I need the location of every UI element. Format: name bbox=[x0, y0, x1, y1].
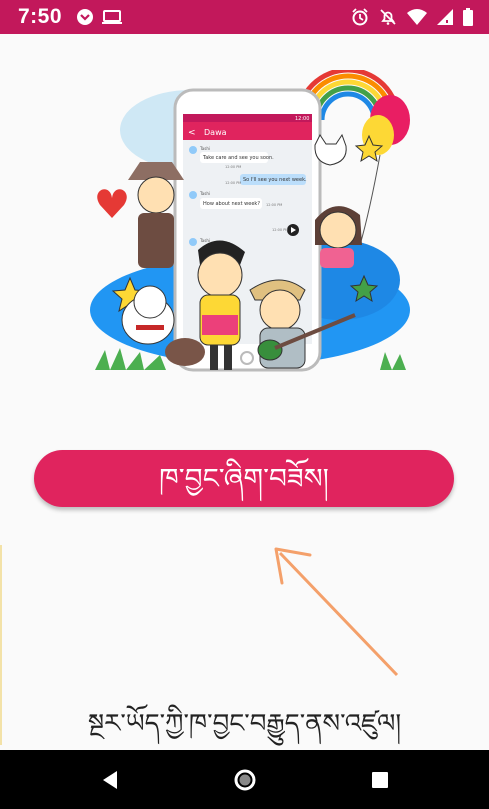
hangouts-icon bbox=[76, 8, 94, 26]
back-icon bbox=[103, 770, 117, 789]
signal-icon bbox=[437, 9, 453, 25]
svg-text:How about next week?: How about next week? bbox=[203, 201, 260, 207]
battery-icon bbox=[463, 8, 473, 26]
svg-text:<: < bbox=[188, 128, 196, 138]
svg-text:Tashi: Tashi bbox=[199, 146, 210, 151]
notifications-off-icon bbox=[379, 8, 397, 26]
status-bar: 7:50 bbox=[0, 0, 489, 34]
chat-title: Dawa bbox=[204, 128, 227, 137]
svg-text:12:00 PM: 12:00 PM bbox=[266, 203, 282, 207]
alarm-icon bbox=[351, 8, 369, 26]
recents-icon bbox=[372, 771, 388, 788]
arrow-up-left-icon bbox=[274, 547, 399, 677]
login-existing-account-link[interactable]: སྔར་ཡོད་ཀྱི་ཁ་བྱང་བརྒྱུད་ནས་འཛུལ། bbox=[0, 702, 489, 746]
svg-text:Tashi: Tashi bbox=[199, 191, 210, 196]
cast-icon bbox=[102, 9, 122, 25]
chat-time: 12:00 bbox=[295, 116, 309, 122]
svg-text:So I'll see you next week.: So I'll see you next week. bbox=[243, 177, 307, 183]
svg-text:12:00 PM: 12:00 PM bbox=[225, 165, 241, 169]
svg-text:Tashi: Tashi bbox=[199, 238, 210, 243]
recents-button[interactable] bbox=[350, 750, 410, 809]
svg-text:Take care and see you soon.: Take care and see you soon. bbox=[202, 155, 274, 161]
welcome-illustration: < Dawa 12:00 Tashi Take care and see you… bbox=[90, 70, 410, 372]
wifi-icon bbox=[407, 9, 427, 25]
create-account-button[interactable]: ཁ་བྱང་ཞིག་བཟོས། bbox=[34, 450, 454, 507]
navigation-bar bbox=[0, 750, 489, 809]
back-button[interactable] bbox=[80, 750, 140, 809]
svg-text:12:00 PM: 12:00 PM bbox=[225, 181, 241, 185]
home-button[interactable] bbox=[215, 750, 275, 809]
svg-text:12:00 PM: 12:00 PM bbox=[272, 228, 288, 232]
status-time: 7:50 bbox=[18, 5, 63, 28]
balloons-graphic bbox=[359, 95, 410, 246]
home-icon bbox=[234, 769, 256, 790]
